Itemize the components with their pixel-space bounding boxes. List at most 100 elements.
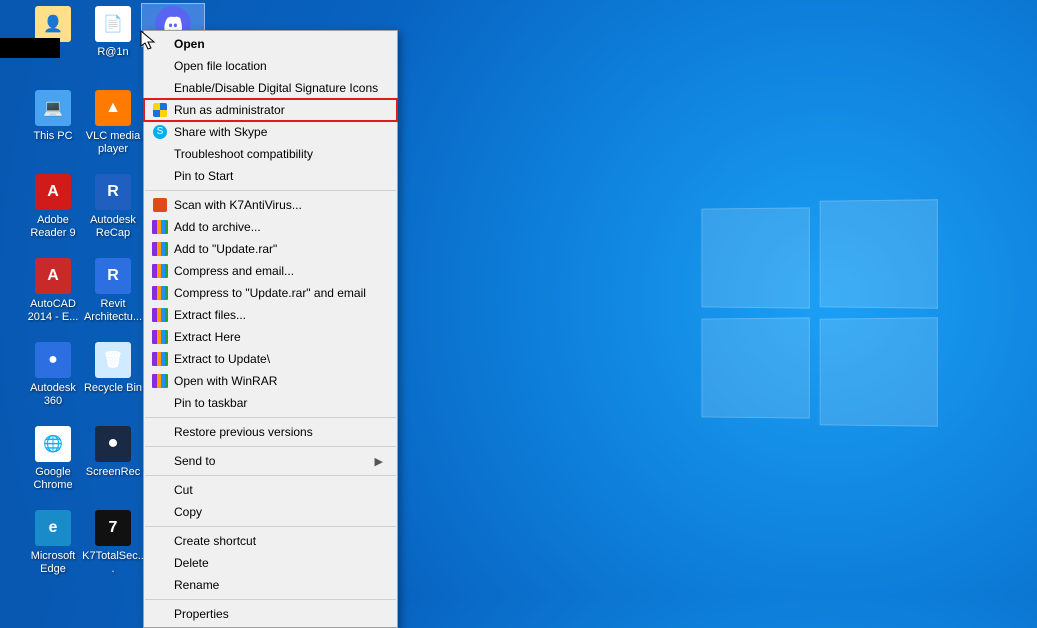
app-icon: ▲ — [93, 88, 133, 128]
desktop-icon-label: Revit Architectu... — [82, 298, 144, 324]
menu-icon-blank — [150, 606, 170, 622]
context-menu-label: Cut — [174, 483, 383, 497]
context-menu-item-enable-disable-digital-signature-icons[interactable]: Enable/Disable Digital Signature Icons — [144, 77, 397, 99]
context-menu-label: Enable/Disable Digital Signature Icons — [174, 81, 383, 95]
context-menu-item-pin-to-taskbar[interactable]: Pin to taskbar — [144, 392, 397, 414]
menu-icon-blank — [150, 80, 170, 96]
context-menu-item-create-shortcut[interactable]: Create shortcut — [144, 530, 397, 552]
context-menu-item-properties[interactable]: Properties — [144, 603, 397, 625]
desktop-icon-label: Microsoft Edge — [22, 550, 84, 576]
context-menu-item-add-to-archive[interactable]: Add to archive... — [144, 216, 397, 238]
desktop-icon-adobe-reader-9[interactable]: AAdobe Reader 9 — [22, 172, 84, 240]
desktop-icon-microsoft-edge[interactable]: eMicrosoft Edge — [22, 508, 84, 576]
context-menu-separator — [145, 526, 396, 527]
context-menu-label: Open file location — [174, 59, 383, 73]
context-menu-item-copy[interactable]: Copy — [144, 501, 397, 523]
context-menu-item-troubleshoot-compatibility[interactable]: Troubleshoot compatibility — [144, 143, 397, 165]
context-menu-label: Compress and email... — [174, 264, 383, 278]
winrar-icon — [150, 307, 170, 323]
desktop-icon-screenrec[interactable]: ⏺ ScreenRec — [82, 424, 144, 479]
context-menu-item-extract-to-update[interactable]: Extract to Update\ — [144, 348, 397, 370]
context-menu-item-extract-here[interactable]: Extract Here — [144, 326, 397, 348]
menu-icon-blank — [150, 482, 170, 498]
desktop-icon-label: Google Chrome — [22, 466, 84, 492]
context-menu-label: Share with Skype — [174, 125, 383, 139]
context-menu-item-compress-and-email[interactable]: Compress and email... — [144, 260, 397, 282]
app-icon: ● — [33, 340, 73, 380]
context-menu-separator — [145, 599, 396, 600]
context-menu-item-restore-previous-versions[interactable]: Restore previous versions — [144, 421, 397, 443]
context-menu-item-cut[interactable]: Cut — [144, 479, 397, 501]
desktop-icon-label: Autodesk 360 — [22, 382, 84, 408]
winrar-icon — [150, 219, 170, 235]
context-menu-item-send-to[interactable]: Send to▶ — [144, 450, 397, 472]
desktop-icon-label: Adobe Reader 9 — [22, 214, 84, 240]
context-menu-label: Send to — [174, 454, 375, 468]
redaction-overlay — [0, 38, 60, 58]
context-menu-separator — [145, 475, 396, 476]
context-menu-label: Create shortcut — [174, 534, 383, 548]
context-menu-item-add-to-update-rar[interactable]: Add to "Update.rar" — [144, 238, 397, 260]
context-menu-label: Add to "Update.rar" — [174, 242, 383, 256]
context-menu-item-compress-to-update-rar-and-email[interactable]: Compress to "Update.rar" and email — [144, 282, 397, 304]
menu-icon-blank — [150, 395, 170, 411]
context-menu-item-extract-files[interactable]: Extract files... — [144, 304, 397, 326]
desktop-icon-revit-architectu[interactable]: RRevit Architectu... — [82, 256, 144, 324]
winrar-icon — [150, 263, 170, 279]
context-menu-label: Open — [174, 37, 383, 51]
menu-icon-blank — [150, 577, 170, 593]
desktop-icon-this-pc[interactable]: 💻 This PC — [22, 88, 84, 143]
context-menu-label: Extract files... — [174, 308, 383, 322]
shield-icon — [150, 102, 170, 118]
context-menu: Open Open file location Enable/Disable Dig… — [143, 30, 398, 628]
app-icon: A — [33, 256, 73, 296]
app-icon: A — [33, 172, 73, 212]
context-menu-separator — [145, 446, 396, 447]
desktop-icon-autodesk-recap[interactable]: RAutodesk ReCap — [82, 172, 144, 240]
context-menu-label: Rename — [174, 578, 383, 592]
context-menu-item-open[interactable]: Open — [144, 33, 397, 55]
submenu-arrow-icon: ▶ — [375, 455, 383, 468]
context-menu-label: Pin to Start — [174, 169, 383, 183]
context-menu-item-rename[interactable]: Rename — [144, 574, 397, 596]
desktop-icon-recycle-bin[interactable]: 🗑Recycle Bin — [82, 340, 144, 395]
desktop-icon-label: ScreenRec — [82, 466, 144, 479]
context-menu-label: Extract to Update\ — [174, 352, 383, 366]
desktop-icon-label: VLC media player — [82, 130, 144, 156]
desktop-icon-label: This PC — [22, 130, 84, 143]
app-icon: R — [93, 172, 133, 212]
context-menu-label: Properties — [174, 607, 383, 621]
context-menu-item-open-with-winrar[interactable]: Open with WinRAR — [144, 370, 397, 392]
desktop-icon-k7totalsec[interactable]: 7K7TotalSec... — [82, 508, 144, 576]
desktop-icon-autodesk-360[interactable]: ●Autodesk 360 — [22, 340, 84, 408]
winrar-icon — [150, 351, 170, 367]
desktop-icon-label: K7TotalSec... — [82, 550, 144, 576]
context-menu-item-pin-to-start[interactable]: Pin to Start — [144, 165, 397, 187]
app-icon: 🗑 — [93, 340, 133, 380]
desktop-icon-autocad-2014-e[interactable]: AAutoCAD 2014 - E... — [22, 256, 84, 324]
winrar-icon — [150, 373, 170, 389]
menu-icon-blank — [150, 146, 170, 162]
desktop-icon-label: Autodesk ReCap — [82, 214, 144, 240]
context-menu-item-run-as-administrator[interactable]: Run as administrator — [144, 99, 397, 121]
context-menu-item-share-with-skype[interactable]: SShare with Skype — [144, 121, 397, 143]
context-menu-label: Troubleshoot compatibility — [174, 147, 383, 161]
app-icon: R — [93, 256, 133, 296]
desktop-icon-r-1n[interactable]: 📄R@1n — [82, 4, 144, 59]
desktop-icon-google-chrome[interactable]: 🌐Google Chrome — [22, 424, 84, 492]
menu-icon-blank — [150, 533, 170, 549]
context-menu-item-scan-with-k7antivirus[interactable]: Scan with K7AntiVirus... — [144, 194, 397, 216]
desktop-icon-label: R@1n — [82, 46, 144, 59]
context-menu-label: Add to archive... — [174, 220, 383, 234]
app-icon: 7 — [93, 508, 133, 548]
app-icon: e — [33, 508, 73, 548]
context-menu-item-open-file-location[interactable]: Open file location — [144, 55, 397, 77]
desktop-icon-vlc-media-player[interactable]: ▲VLC media player — [82, 88, 144, 156]
winrar-icon — [150, 241, 170, 257]
app-icon: ⏺ — [93, 424, 133, 464]
menu-icon-blank — [150, 58, 170, 74]
context-menu-label: Compress to "Update.rar" and email — [174, 286, 383, 300]
context-menu-item-delete[interactable]: Delete — [144, 552, 397, 574]
app-icon: 💻 — [33, 88, 73, 128]
menu-icon-blank — [150, 424, 170, 440]
